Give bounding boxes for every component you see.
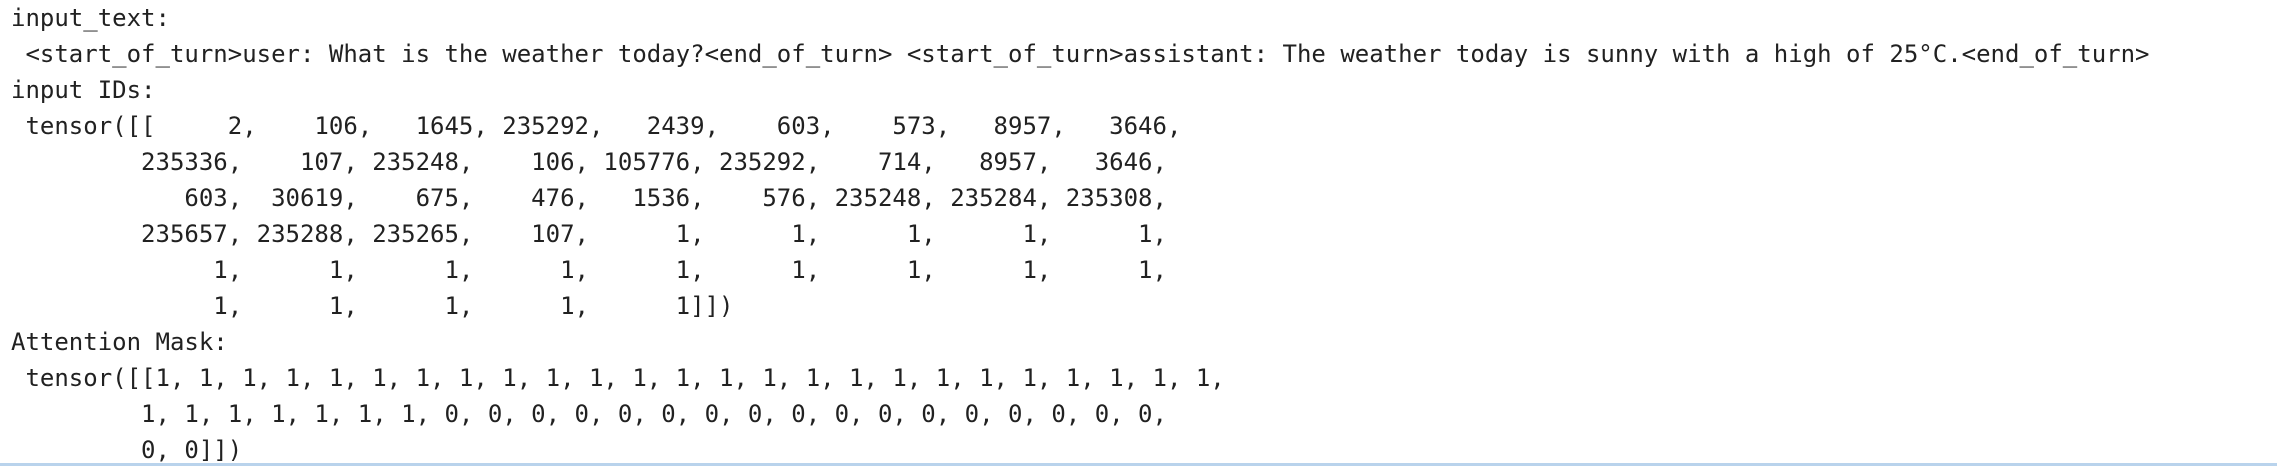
output-line-input-ids-row-6: 1, 1, 1, 1, 1]]) [11,292,734,320]
output-line-attention-mask-row-3: 0, 0]]) [11,436,243,464]
output-line-input-ids-row-2: 235336, 107, 235248, 106, 105776, 235292… [11,148,1167,176]
output-line-attention-mask-row-2: 1, 1, 1, 1, 1, 1, 1, 0, 0, 0, 0, 0, 0, 0… [11,400,1167,428]
output-line-input-ids-row-5: 1, 1, 1, 1, 1, 1, 1, 1, 1, [11,256,1167,284]
output-line-attention-mask-row-1: tensor([[1, 1, 1, 1, 1, 1, 1, 1, 1, 1, 1… [11,364,1225,392]
stdout-text: input_text: <start_of_turn>user: What is… [11,0,2149,466]
output-line-input-ids-row-3: 603, 30619, 675, 476, 1536, 576, 235248,… [11,184,1167,212]
output-line-input-ids-row-4: 235657, 235288, 235265, 107, 1, 1, 1, 1,… [11,220,1167,248]
output-line-input-ids-row-1: tensor([[ 2, 106, 1645, 235292, 2439, 60… [11,112,1182,140]
output-line-input-ids-label: input IDs: [11,76,156,104]
output-line-input-text-label: input_text: [11,4,170,32]
output-line-attention-mask-label: Attention Mask: [11,328,228,356]
cell-output-area: input_text: <start_of_turn>user: What is… [0,0,2277,466]
output-line-input-text-value: <start_of_turn>user: What is the weather… [11,40,2150,68]
